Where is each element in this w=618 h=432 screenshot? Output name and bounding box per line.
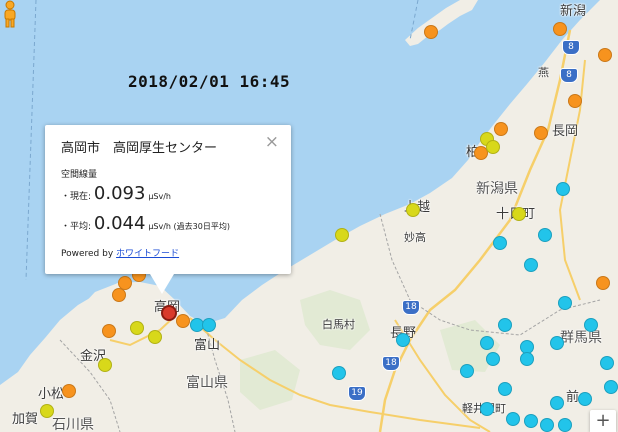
- average-dose-value: 0.044: [93, 213, 146, 234]
- timestamp-label: 2018/02/01 16:45: [128, 72, 291, 91]
- monitoring-marker-orange[interactable]: [553, 22, 567, 36]
- place-toyama: 富山: [194, 338, 221, 353]
- monitoring-marker-orange[interactable]: [176, 314, 190, 328]
- monitoring-marker-cyan[interactable]: [550, 336, 564, 350]
- monitoring-marker-cyan[interactable]: [584, 318, 598, 332]
- selected-monitoring-marker[interactable]: [161, 305, 177, 321]
- monitoring-marker-cyan[interactable]: [396, 333, 410, 347]
- monitoring-marker-cyan[interactable]: [486, 352, 500, 366]
- info-window-subtitle: 空間線量: [61, 170, 98, 180]
- monitoring-marker-orange[interactable]: [494, 122, 508, 136]
- monitoring-marker-cyan[interactable]: [520, 352, 534, 366]
- map-canvas[interactable]: 新潟 燕 長岡 柏 新潟県 上越 十日町 妙高 高岡 金沢 富山 富山県 白馬村…: [0, 0, 618, 432]
- place-myoko: 妙高: [404, 231, 426, 244]
- info-window-title: 高岡市 高岡厚生センター: [61, 141, 218, 156]
- monitoring-marker-cyan[interactable]: [578, 392, 592, 406]
- info-window: 高岡市 高岡厚生センター × 空間線量 ・現在: 0.093 μSv/h ・平均…: [45, 125, 291, 274]
- monitoring-marker-cyan[interactable]: [480, 336, 494, 350]
- monitoring-marker-cyan[interactable]: [600, 356, 614, 370]
- monitoring-marker-yellow[interactable]: [486, 140, 500, 154]
- monitoring-marker-orange[interactable]: [596, 276, 610, 290]
- monitoring-marker-cyan[interactable]: [493, 236, 507, 250]
- monitoring-marker-yellow[interactable]: [406, 203, 420, 217]
- monitoring-marker-cyan[interactable]: [498, 382, 512, 396]
- route-shield-18: 18: [402, 300, 420, 315]
- powered-by-label: Powered by: [61, 249, 114, 259]
- average-dose-label: ・平均:: [61, 222, 92, 232]
- place-kaga: 加賀: [12, 412, 39, 427]
- monitoring-marker-cyan[interactable]: [506, 412, 520, 426]
- info-window-pointer: [150, 274, 174, 294]
- pegman-icon[interactable]: [0, 0, 20, 28]
- powered-by-link[interactable]: ホワイトフード: [116, 249, 179, 259]
- place-mae: 前: [566, 390, 580, 405]
- monitoring-marker-cyan[interactable]: [202, 318, 216, 332]
- monitoring-marker-yellow[interactable]: [40, 404, 54, 418]
- place-tsubame: 燕: [538, 66, 549, 79]
- powered-by: Powered by ホワイトフード: [61, 246, 179, 259]
- monitoring-marker-orange[interactable]: [62, 384, 76, 398]
- current-dose-value: 0.093: [93, 183, 146, 204]
- monitoring-marker-orange[interactable]: [118, 276, 132, 290]
- monitoring-marker-cyan[interactable]: [524, 258, 538, 272]
- monitoring-marker-cyan[interactable]: [538, 228, 552, 242]
- monitoring-marker-cyan[interactable]: [460, 364, 474, 378]
- place-toyama-pref: 富山県: [186, 375, 228, 391]
- current-dose-label: ・現在:: [61, 192, 92, 202]
- monitoring-marker-orange[interactable]: [568, 94, 582, 108]
- average-dose-unit: μSv/h (過去30日平均): [148, 222, 230, 231]
- monitoring-marker-yellow[interactable]: [130, 321, 144, 335]
- place-niigata: 新潟: [560, 4, 587, 19]
- monitoring-marker-orange[interactable]: [112, 288, 126, 302]
- place-niigata-pref: 新潟県: [476, 181, 518, 197]
- route-shield-8: 8: [560, 68, 578, 83]
- monitoring-marker-cyan[interactable]: [498, 318, 512, 332]
- monitoring-marker-cyan[interactable]: [524, 414, 538, 428]
- monitoring-marker-orange[interactable]: [598, 48, 612, 62]
- place-ishikawa-pref: 石川県: [52, 417, 94, 432]
- monitoring-marker-yellow[interactable]: [335, 228, 349, 242]
- monitoring-marker-yellow[interactable]: [98, 358, 112, 372]
- place-hakuba: 白馬村: [322, 318, 355, 331]
- current-dose-row: ・現在: 0.093 μSv/h: [61, 183, 171, 204]
- place-komatsu: 小松: [38, 387, 65, 402]
- monitoring-marker-cyan[interactable]: [480, 402, 494, 416]
- monitoring-marker-cyan[interactable]: [550, 396, 564, 410]
- monitoring-marker-cyan[interactable]: [558, 418, 572, 432]
- monitoring-marker-cyan[interactable]: [332, 366, 346, 380]
- monitoring-marker-orange[interactable]: [534, 126, 548, 140]
- monitoring-marker-cyan[interactable]: [604, 380, 618, 394]
- zoom-in-button[interactable]: +: [590, 410, 616, 432]
- monitoring-marker-yellow[interactable]: [148, 330, 162, 344]
- monitoring-marker-orange[interactable]: [102, 324, 116, 338]
- monitoring-marker-cyan[interactable]: [540, 418, 554, 432]
- monitoring-marker-orange[interactable]: [424, 25, 438, 39]
- close-icon[interactable]: ×: [265, 132, 279, 152]
- average-dose-row: ・平均: 0.044 μSv/h (過去30日平均): [61, 213, 230, 234]
- monitoring-marker-yellow[interactable]: [512, 207, 526, 221]
- route-shield-8: 8: [562, 40, 580, 55]
- route-shield-18: 18: [382, 356, 400, 371]
- monitoring-marker-cyan[interactable]: [558, 296, 572, 310]
- route-shield-19: 19: [348, 386, 366, 401]
- current-dose-unit: μSv/h: [148, 192, 171, 201]
- monitoring-marker-cyan[interactable]: [556, 182, 570, 196]
- place-nagaoka: 長岡: [552, 124, 579, 139]
